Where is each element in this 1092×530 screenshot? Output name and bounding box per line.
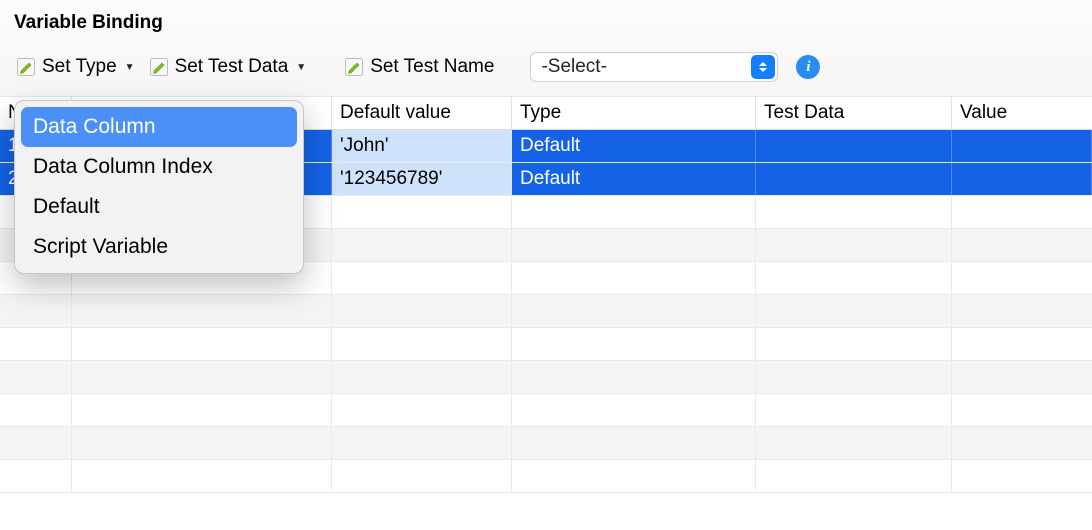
table-cell-empty (512, 295, 756, 327)
table-cell-empty (72, 361, 332, 393)
table-cell-empty (756, 262, 952, 294)
table-cell-empty (0, 394, 72, 426)
table-cell-empty (952, 460, 1092, 492)
table-cell-empty (72, 328, 332, 360)
table-cell-empty (332, 328, 512, 360)
set-test-data-label: Set Test Data (175, 56, 289, 78)
select-handle-icon (751, 55, 775, 79)
menu-item-default[interactable]: Default (21, 187, 297, 227)
table-cell-empty (0, 361, 72, 393)
col-default-value[interactable]: Default value (332, 97, 512, 129)
menu-item-data-column[interactable]: Data Column (21, 107, 297, 147)
table-cell[interactable]: '123456789' (332, 163, 512, 195)
table-cell[interactable]: Default (512, 163, 756, 195)
set-type-button[interactable]: Set Type ▼ (14, 54, 137, 80)
table-cell[interactable]: 'John' (332, 130, 512, 162)
menu-item-data-column-index[interactable]: Data Column Index (21, 147, 297, 187)
table-cell-empty (756, 460, 952, 492)
table-cell-empty (952, 262, 1092, 294)
table-cell-empty (952, 295, 1092, 327)
table-cell-empty (512, 328, 756, 360)
table-cell-empty (756, 229, 952, 261)
table-cell-empty (512, 460, 756, 492)
panel-title: Variable Binding (14, 12, 1078, 34)
table-cell-empty (512, 427, 756, 459)
table-cell-empty (0, 427, 72, 459)
col-value[interactable]: Value (952, 97, 1092, 129)
table-cell-empty (72, 295, 332, 327)
info-icon[interactable]: i (796, 55, 820, 79)
select-value: -Select- (541, 56, 606, 78)
table-cell-empty (332, 229, 512, 261)
pencil-icon (344, 57, 364, 77)
table-cell-empty (512, 361, 756, 393)
table-cell-empty (0, 295, 72, 327)
col-test-data[interactable]: Test Data (756, 97, 952, 129)
table-cell-empty (756, 196, 952, 228)
table-cell-empty (512, 196, 756, 228)
table-cell-empty (72, 460, 332, 492)
table-cell[interactable] (952, 163, 1092, 195)
set-test-data-button[interactable]: Set Test Data ▼ (147, 54, 309, 80)
table-cell-empty (332, 262, 512, 294)
table-cell-empty (0, 328, 72, 360)
table-cell-empty (512, 262, 756, 294)
set-test-name-label: Set Test Name (370, 56, 494, 78)
table-row-empty (0, 361, 1092, 394)
table-row-empty (0, 328, 1092, 361)
table-cell-empty (332, 361, 512, 393)
table-cell-empty (332, 196, 512, 228)
table-cell[interactable] (952, 130, 1092, 162)
caret-down-icon: ▼ (125, 62, 135, 73)
toolbar: Set Type ▼ Set Test Data ▼ Set Test Name… (14, 52, 1078, 90)
table-cell-empty (756, 394, 952, 426)
table-cell-empty (0, 460, 72, 492)
caret-down-icon: ▼ (296, 62, 306, 73)
set-type-menu: Data ColumnData Column IndexDefaultScrip… (14, 100, 304, 274)
table-cell-empty (756, 328, 952, 360)
table-cell-empty (952, 229, 1092, 261)
table-cell-empty (512, 229, 756, 261)
col-type[interactable]: Type (512, 97, 756, 129)
table-cell-empty (72, 394, 332, 426)
table-row-empty (0, 295, 1092, 328)
table-cell-empty (332, 427, 512, 459)
table-row-empty (0, 427, 1092, 460)
table-cell-empty (952, 427, 1092, 459)
test-name-select[interactable]: -Select- (530, 52, 778, 82)
table-cell-empty (332, 460, 512, 492)
table-cell-empty (512, 394, 756, 426)
table-cell-empty (952, 328, 1092, 360)
table-cell[interactable] (756, 163, 952, 195)
table-cell-empty (756, 295, 952, 327)
table-cell-empty (72, 427, 332, 459)
table-cell-empty (952, 394, 1092, 426)
table-row-empty (0, 460, 1092, 493)
table-cell-empty (332, 394, 512, 426)
table-cell-empty (756, 361, 952, 393)
table-cell[interactable]: Default (512, 130, 756, 162)
pencil-icon (16, 57, 36, 77)
pencil-icon (149, 57, 169, 77)
table-cell-empty (332, 295, 512, 327)
table-row-empty (0, 394, 1092, 427)
panel-header: Variable Binding Set Type ▼ Set Test Dat… (0, 0, 1092, 97)
table-cell-empty (952, 361, 1092, 393)
table-cell[interactable] (756, 130, 952, 162)
table-cell-empty (952, 196, 1092, 228)
menu-item-script-variable[interactable]: Script Variable (21, 227, 297, 267)
table-cell-empty (756, 427, 952, 459)
set-type-label: Set Type (42, 56, 117, 78)
set-test-name-button[interactable]: Set Test Name (342, 54, 496, 80)
